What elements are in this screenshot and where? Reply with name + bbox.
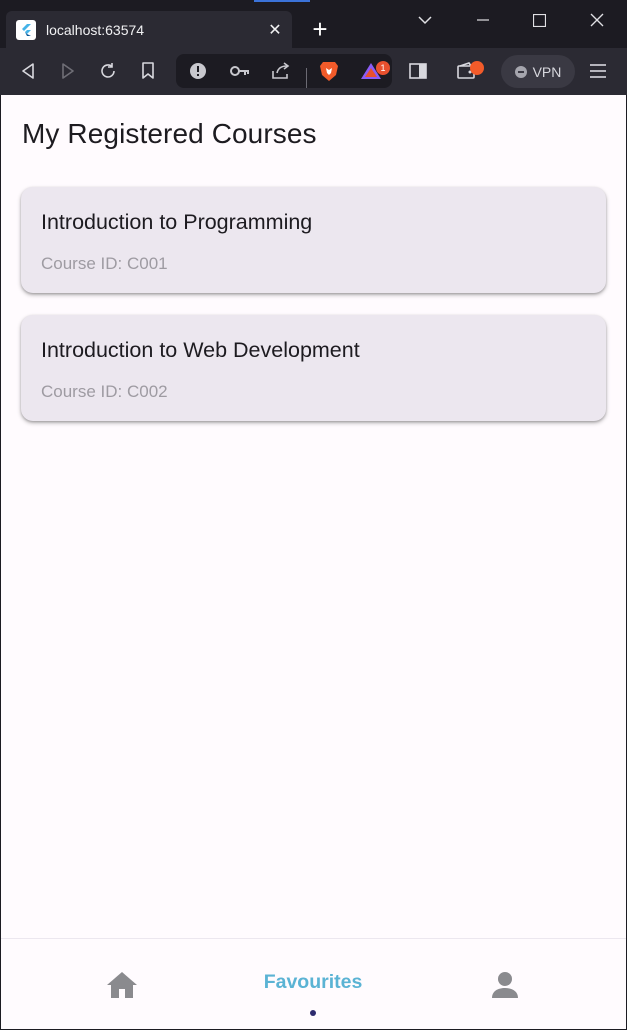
address-bar[interactable]: [176, 54, 392, 88]
person-icon: [492, 971, 518, 998]
course-id-label: Course ID: C001: [41, 254, 168, 273]
tab-close-icon[interactable]: ✕: [264, 19, 286, 41]
bottom-navigation-bar: Favourites: [1, 938, 626, 1029]
browser-tab[interactable]: localhost:63574 ✕: [6, 11, 292, 48]
brave-shields-icon[interactable]: [317, 59, 341, 83]
nav-home-button[interactable]: [18, 939, 226, 1030]
course-title: Introduction to Web Development: [41, 338, 360, 362]
tab-strip-accent: [254, 0, 310, 2]
nav-active-indicator: [310, 1010, 316, 1016]
course-title: Introduction to Programming: [41, 210, 313, 234]
tab-search-chevron-icon[interactable]: [411, 8, 439, 32]
browser-toolbar: 1 VPN: [0, 48, 627, 95]
menu-hamburger-icon[interactable]: [586, 59, 610, 83]
nav-profile-button[interactable]: [401, 939, 609, 1030]
minimize-icon[interactable]: [469, 8, 497, 32]
page-title: My Registered Courses: [22, 118, 317, 149]
flutter-favicon-icon: [16, 19, 36, 40]
nav-favourites-label: Favourites: [263, 971, 363, 993]
close-window-icon[interactable]: [583, 8, 611, 32]
nav-favourites-button[interactable]: Favourites: [209, 939, 417, 1030]
course-card[interactable]: Introduction to Programming Course ID: C…: [21, 187, 606, 293]
vpn-label: VPN: [532, 63, 562, 80]
back-icon[interactable]: [16, 59, 40, 83]
sidebar-toggle-icon[interactable]: [406, 59, 430, 83]
maximize-icon[interactable]: [525, 8, 553, 32]
share-icon[interactable]: [269, 59, 293, 83]
bookmark-icon[interactable]: [136, 59, 160, 83]
forward-icon[interactable]: [56, 59, 80, 83]
reload-icon[interactable]: [96, 59, 120, 83]
password-key-icon[interactable]: [228, 59, 252, 83]
new-tab-button[interactable]: +: [308, 16, 332, 42]
site-info-icon[interactable]: [186, 59, 210, 83]
vpn-button[interactable]: VPN: [501, 55, 575, 88]
home-icon: [107, 971, 137, 998]
tab-title: localhost:63574: [46, 21, 145, 38]
vpn-status-icon: [514, 65, 527, 78]
browser-titlebar: localhost:63574 ✕ +: [0, 0, 627, 48]
course-id-label: Course ID: C002: [41, 382, 168, 401]
app-viewport: My Registered Courses Introduction to Pr…: [1, 95, 626, 1029]
address-bar-divider: [306, 68, 307, 88]
rewards-notification-badge: 1: [376, 61, 390, 75]
wallet-notification-dot: [470, 61, 484, 75]
course-card[interactable]: Introduction to Web Development Course I…: [21, 315, 606, 421]
